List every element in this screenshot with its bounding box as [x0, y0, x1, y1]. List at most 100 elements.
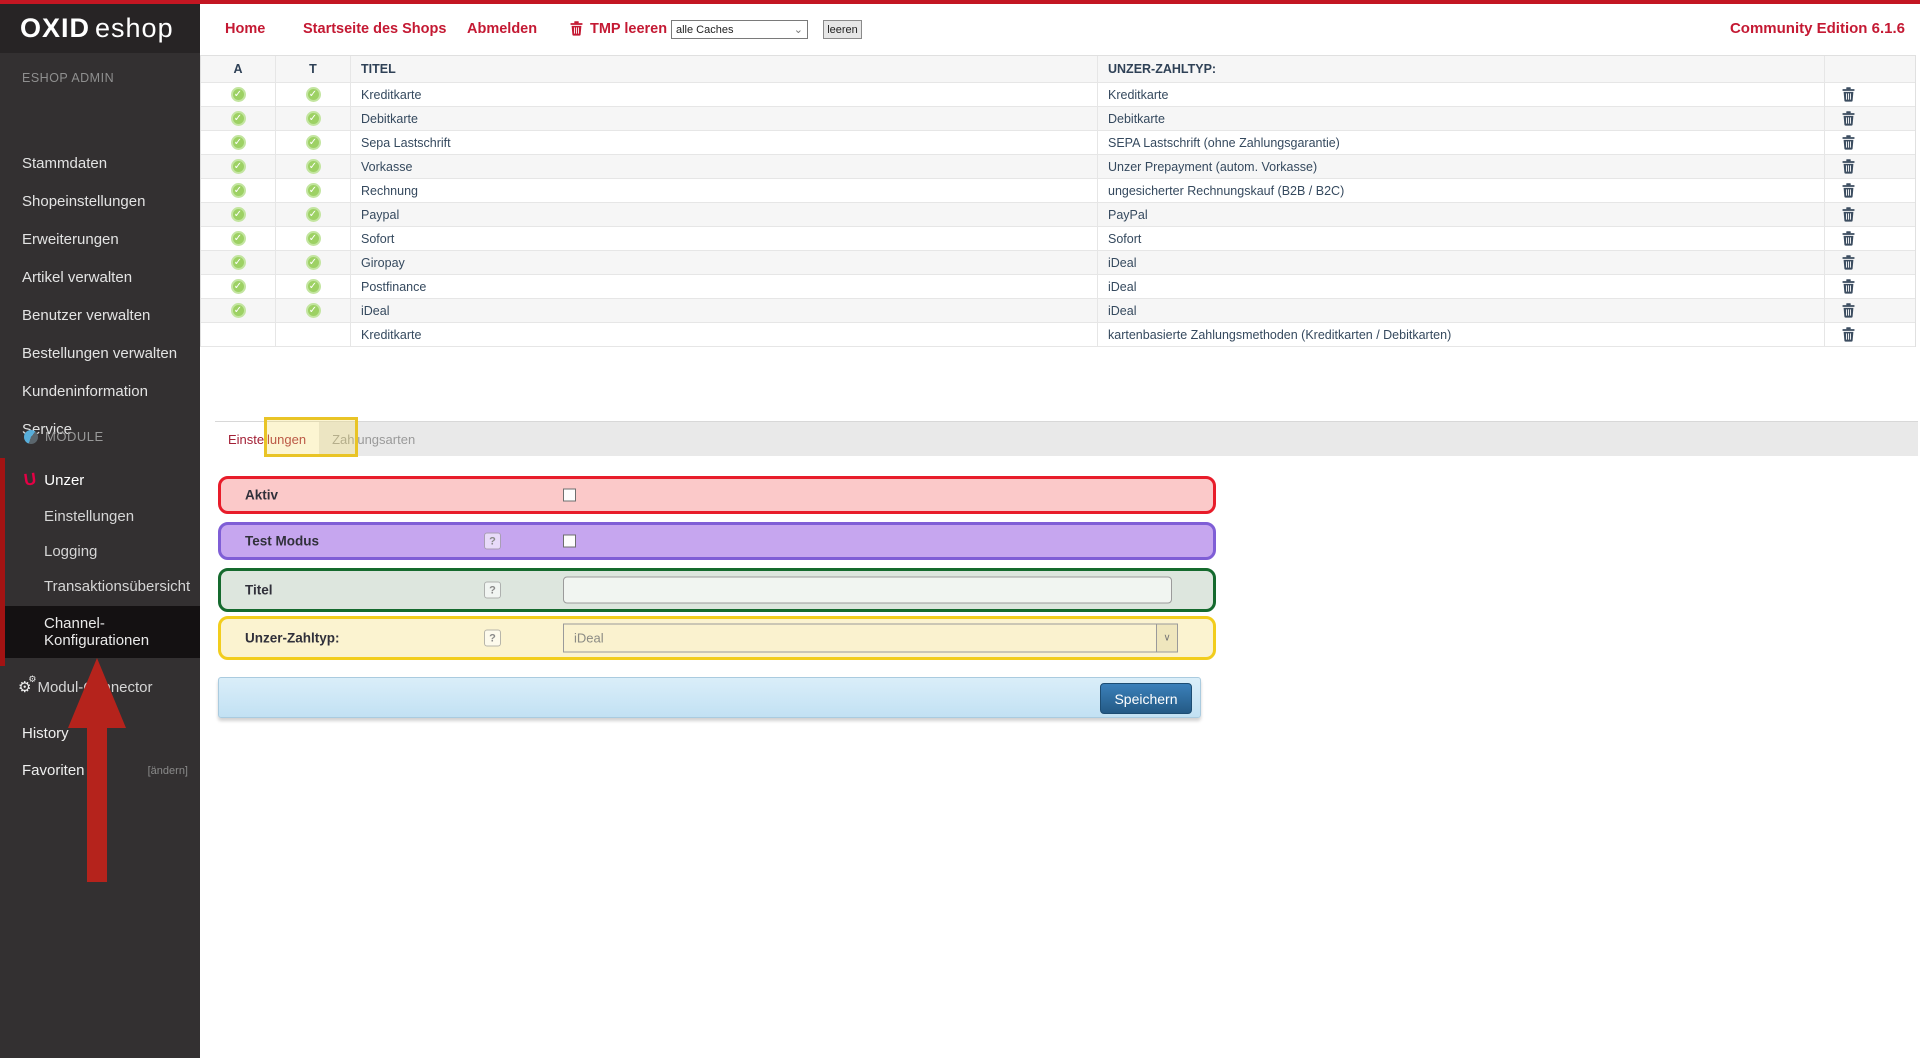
sidebar-item-stammdaten[interactable]: Stammdaten — [22, 155, 107, 172]
row-titel[interactable]: iDeal — [351, 299, 1098, 322]
delete-row-button[interactable] — [1825, 203, 1871, 226]
active-check-icon[interactable]: ✓ — [231, 255, 246, 270]
test-check-icon[interactable]: ✓ — [306, 255, 321, 270]
sidebar-item-shopeinstellungen[interactable]: Shopeinstellungen — [22, 193, 145, 210]
test-check-icon[interactable]: ✓ — [306, 87, 321, 102]
sidebar-item-artikel-verwalten[interactable]: Artikel verwalten — [22, 269, 132, 286]
test-check-icon[interactable]: ✓ — [306, 303, 321, 318]
delete-row-button[interactable] — [1825, 131, 1871, 154]
test-check-icon[interactable]: ✓ — [306, 279, 321, 294]
sidebar-item-unzer[interactable]: U Unzer — [24, 470, 84, 490]
table-row: ✓ ✓ Rechnungungesicherter Rechnungskauf (B… — [201, 179, 1915, 203]
home-link[interactable]: Home — [225, 4, 265, 53]
sidebar-item-channel-konfigurationen[interactable]: Channel-Konfigurationen — [5, 606, 200, 658]
sidebar-item-history[interactable]: History — [22, 725, 69, 742]
row-titel[interactable]: Rechnung — [351, 179, 1098, 202]
help-icon[interactable]: ? — [484, 533, 501, 550]
row-titel[interactable]: Kreditkarte — [351, 323, 1098, 346]
tmp-clear-link[interactable]: TMP leeren — [570, 4, 667, 53]
sidebar-subitem-einstellungen[interactable]: Einstellungen — [44, 508, 134, 525]
logout-link[interactable]: Abmelden — [467, 4, 537, 53]
sidebar-item-benutzer-verwalten[interactable]: Benutzer verwalten — [22, 307, 150, 324]
active-check-icon[interactable]: ✓ — [231, 279, 246, 294]
active-check-icon[interactable]: ✓ — [231, 87, 246, 102]
tmp-clear-label: TMP leeren — [590, 21, 667, 37]
test-check-icon[interactable]: ✓ — [306, 159, 321, 174]
tab-bar: Einstellungen Zahlungsarten — [215, 421, 1918, 456]
row-unzer-zahltyp[interactable]: Unzer Prepayment (autom. Vorkasse) — [1098, 155, 1825, 178]
delete-row-button[interactable] — [1825, 275, 1871, 298]
sidebar-item-modul-connector[interactable]: ⚙⚙ Modul-Connector — [18, 678, 153, 696]
delete-row-button[interactable] — [1825, 155, 1871, 178]
test-check-icon[interactable]: ✓ — [306, 183, 321, 198]
help-icon[interactable]: ? — [484, 582, 501, 599]
active-check-icon[interactable]: ✓ — [231, 111, 246, 126]
trash-icon — [1842, 207, 1855, 222]
row-actions — [1825, 251, 1871, 274]
test-cell: ✓ — [276, 251, 351, 274]
active-check-icon[interactable]: ✓ — [231, 159, 246, 174]
row-titel[interactable]: Kreditkarte — [351, 83, 1098, 106]
titel-input[interactable] — [563, 577, 1172, 604]
shop-start-link[interactable]: Startseite des Shops — [303, 4, 446, 53]
trash-icon — [1842, 111, 1855, 126]
row-titel[interactable]: Giropay — [351, 251, 1098, 274]
delete-row-button[interactable] — [1825, 251, 1871, 274]
active-check-icon[interactable]: ✓ — [231, 135, 246, 150]
trash-icon — [1842, 231, 1855, 246]
favorites-edit-link[interactable]: [ändern] — [148, 765, 188, 777]
cache-select-value: alle Caches — [676, 24, 733, 36]
row-unzer-zahltyp[interactable]: iDeal — [1098, 299, 1825, 322]
row-unzer-zahltyp[interactable]: PayPal — [1098, 203, 1825, 226]
row-titel[interactable]: Vorkasse — [351, 155, 1098, 178]
test-check-icon[interactable]: ✓ — [306, 135, 321, 150]
row-unzer-zahltyp[interactable]: iDeal — [1098, 275, 1825, 298]
active-check-icon[interactable]: ✓ — [231, 207, 246, 222]
trash-icon — [1842, 135, 1855, 150]
tab-zahlungsarten[interactable]: Zahlungsarten — [319, 422, 428, 457]
row-unzer-zahltyp[interactable]: iDeal — [1098, 251, 1825, 274]
test-cell — [276, 323, 351, 346]
clear-cache-button[interactable]: leeren — [823, 20, 862, 39]
save-button[interactable]: Speichern — [1100, 683, 1192, 714]
sidebar-item-erweiterungen[interactable]: Erweiterungen — [22, 231, 119, 248]
active-check-icon[interactable]: ✓ — [231, 231, 246, 246]
paytype-select[interactable]: iDeal ∨ — [563, 624, 1178, 653]
table-row: ✓ ✓ SofortSofort — [201, 227, 1915, 251]
delete-row-button[interactable] — [1825, 299, 1871, 322]
active-check-icon[interactable]: ✓ — [231, 183, 246, 198]
cache-select[interactable]: alle Caches ⌄ — [671, 20, 808, 39]
row-titel[interactable]: Debitkarte — [351, 107, 1098, 130]
row-unzer-zahltyp[interactable]: Debitkarte — [1098, 107, 1825, 130]
row-actions — [1825, 107, 1871, 130]
row-unzer-zahltyp[interactable]: SEPA Lastschrift (ohne Zahlungsgarantie) — [1098, 131, 1825, 154]
delete-row-button[interactable] — [1825, 83, 1871, 106]
delete-row-button[interactable] — [1825, 179, 1871, 202]
sidebar-item-kundeninformation[interactable]: Kundeninformation — [22, 383, 148, 400]
row-titel[interactable]: Paypal — [351, 203, 1098, 226]
sidebar-item-favoriten[interactable]: Favoriten — [22, 762, 85, 779]
row-titel[interactable]: Sofort — [351, 227, 1098, 250]
tab-einstellungen[interactable]: Einstellungen — [215, 422, 319, 457]
delete-row-button[interactable] — [1825, 227, 1871, 250]
row-unzer-zahltyp[interactable]: Kreditkarte — [1098, 83, 1825, 106]
aktiv-checkbox[interactable] — [563, 489, 576, 502]
test-check-icon[interactable]: ✓ — [306, 111, 321, 126]
test-cell: ✓ — [276, 131, 351, 154]
test-modus-checkbox[interactable] — [563, 535, 576, 548]
help-icon[interactable]: ? — [484, 630, 501, 647]
row-unzer-zahltyp[interactable]: Sofort — [1098, 227, 1825, 250]
delete-row-button[interactable] — [1825, 323, 1871, 346]
test-check-icon[interactable]: ✓ — [306, 231, 321, 246]
active-cell: ✓ — [201, 179, 276, 202]
row-unzer-zahltyp[interactable]: ungesicherter Rechnungskauf (B2B / B2C) — [1098, 179, 1825, 202]
row-titel[interactable]: Postfinance — [351, 275, 1098, 298]
sidebar-item-bestellungen-verwalten[interactable]: Bestellungen verwalten — [22, 345, 177, 362]
delete-row-button[interactable] — [1825, 107, 1871, 130]
sidebar-subitem-transaktions-bersicht[interactable]: Transaktionsübersicht — [44, 578, 190, 595]
row-titel[interactable]: Sepa Lastschrift — [351, 131, 1098, 154]
sidebar-subitem-logging[interactable]: Logging — [44, 543, 97, 560]
row-unzer-zahltyp[interactable]: kartenbasierte Zahlungsmethoden (Kreditk… — [1098, 323, 1825, 346]
test-check-icon[interactable]: ✓ — [306, 207, 321, 222]
active-check-icon[interactable]: ✓ — [231, 303, 246, 318]
